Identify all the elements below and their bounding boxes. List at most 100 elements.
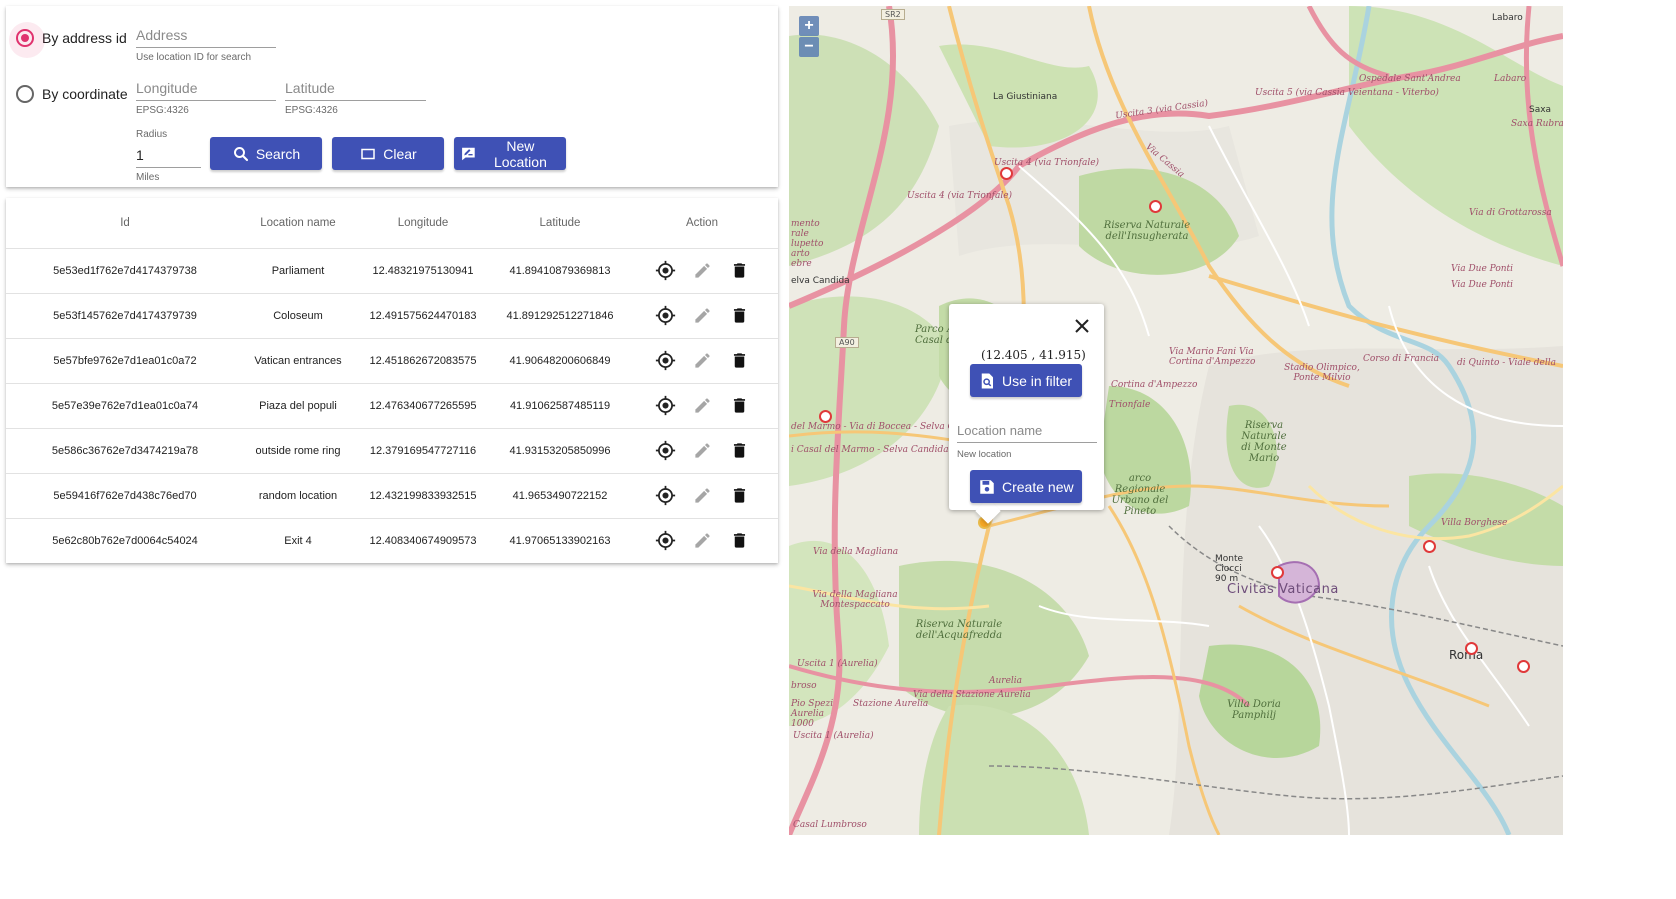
edit-icon[interactable] xyxy=(691,350,713,372)
new-location-button-label: New Location xyxy=(493,137,547,170)
create-new-label: Create new xyxy=(1002,478,1074,495)
locations-table-card: Id Location name Longitude Latitude Acti… xyxy=(6,198,778,563)
edit-icon[interactable] xyxy=(691,305,713,327)
map-label-labaro2: Labaro xyxy=(1494,74,1527,84)
edit-icon[interactable] xyxy=(691,530,713,552)
location-name-input[interactable] xyxy=(957,421,1097,443)
zoom-in-button[interactable]: + xyxy=(799,16,819,36)
map-tiles xyxy=(789,6,1563,835)
cell-longitude: 12.476340677265595 xyxy=(352,383,494,429)
column-header-name: Location name xyxy=(244,198,352,249)
map-label-saxa-rubra: Saxa Rubra xyxy=(1511,119,1563,129)
locate-icon[interactable] xyxy=(654,485,676,507)
map[interactable]: + − SR2 A90 La Giustiniana Uscita 3 (via… xyxy=(789,6,1563,835)
map-label-labaro1: Labaro xyxy=(1492,13,1523,23)
cell-id: 5e586c36762e7d3474219a78 xyxy=(6,428,244,474)
column-header-id: Id xyxy=(6,198,244,249)
edit-icon[interactable] xyxy=(691,485,713,507)
search-button[interactable]: Search xyxy=(210,137,322,170)
table-row: 5e57e39e762e7d1ea01c0a74 Piaza del populi… xyxy=(6,383,778,429)
map-label-magliana1: Via della Magliana xyxy=(813,547,899,557)
new-location-popup: (12.405 , 41.915) Use in filter New loca… xyxy=(949,304,1104,524)
use-in-filter-label: Use in filter xyxy=(1002,372,1073,389)
column-header-latitude: Latitude xyxy=(494,198,626,249)
map-label-ospedale: Ospedale Sant'Andrea xyxy=(1359,74,1461,84)
radio-by-address-label: By address id xyxy=(42,30,127,46)
delete-icon[interactable] xyxy=(728,305,750,327)
use-in-filter-button[interactable]: Use in filter xyxy=(970,364,1082,397)
search-button-label: Search xyxy=(255,145,301,162)
cell-longitude: 12.48321975130941 xyxy=(352,248,494,294)
delete-icon[interactable] xyxy=(728,530,750,552)
radio-by-coordinate[interactable]: By coordinate xyxy=(16,85,128,103)
map-label-lumbroso: Casal Lumbroso xyxy=(793,820,867,830)
delete-icon[interactable] xyxy=(728,395,750,417)
cell-latitude: 41.97065133902163 xyxy=(509,534,611,547)
cell-latitude: 41.93153205850996 xyxy=(494,428,626,474)
map-label-due-ponti1: Via Due Ponti xyxy=(1451,264,1514,274)
table-header-row: Id Location name Longitude Latitude Acti… xyxy=(6,198,778,249)
create-new-button[interactable]: Create new xyxy=(970,470,1082,503)
cell-latitude: 41.89410879369813 xyxy=(494,248,626,294)
location-marker[interactable] xyxy=(1271,566,1284,579)
row-actions xyxy=(627,260,777,282)
map-label-uscita4a: Uscita 4 (via Trionfale) xyxy=(994,158,1100,168)
location-marker[interactable] xyxy=(1465,642,1478,655)
cell-actions xyxy=(626,293,778,339)
latitude-field: EPSG:4326 xyxy=(285,78,426,116)
locate-icon[interactable] xyxy=(654,530,676,552)
cell-id: 5e57e39e762e7d1ea01c0a74 xyxy=(6,383,244,429)
map-label-mento: mento rale lupetto arto ebre xyxy=(791,219,824,269)
latitude-input[interactable] xyxy=(285,78,426,101)
cell-name: Piaza del populi xyxy=(244,383,352,429)
radius-field: Radius Miles xyxy=(136,129,201,183)
map-label-cortina: Via Mario Fani Via Cortina d'Ampezzo xyxy=(1169,347,1256,367)
location-marker[interactable] xyxy=(1000,167,1013,180)
clear-button-label: Clear xyxy=(383,145,417,162)
cell-id: 5e59416f762e7d438c76ed70 xyxy=(6,473,244,519)
locate-icon[interactable] xyxy=(654,350,676,372)
address-input[interactable] xyxy=(136,25,276,48)
delete-icon[interactable] xyxy=(728,440,750,462)
clear-button[interactable]: Clear xyxy=(332,137,444,170)
road-badge-sr2: SR2 xyxy=(881,9,905,20)
map-label-stadio: Stadio Olimpico, Ponte Milvio xyxy=(1284,363,1360,383)
map-label-casal: i Casal del Marmo - Selva Candida xyxy=(791,445,949,455)
locate-icon[interactable] xyxy=(654,260,676,282)
locate-icon[interactable] xyxy=(654,440,676,462)
row-actions xyxy=(627,395,777,417)
edit-icon[interactable] xyxy=(691,440,713,462)
delete-icon[interactable] xyxy=(728,485,750,507)
cell-longitude: 12.451862672083575 xyxy=(352,338,494,384)
map-label-acquafredda: Riserva Naturale dell'Acquafredda xyxy=(915,619,1003,641)
cell-name: outside rome ring xyxy=(244,428,352,474)
map-label-uscita5: Uscita 5 (via Cassia Veientana - Viterbo… xyxy=(1255,88,1439,98)
map-label-stazione2: Stazione Aurelia xyxy=(853,699,929,709)
edit-icon[interactable] xyxy=(691,260,713,282)
location-marker[interactable] xyxy=(819,410,832,423)
map-label-montemario: Riserva Naturale di Monte Mario xyxy=(1241,420,1287,464)
zoom-out-button[interactable]: − xyxy=(799,37,819,57)
table-row: 5e57bfe9762e7d1ea01c0a72 Vatican entrance… xyxy=(6,338,778,384)
map-label-corso-francia: Corso di Francia xyxy=(1363,354,1439,364)
delete-icon[interactable] xyxy=(728,260,750,282)
delete-icon[interactable] xyxy=(728,350,750,372)
radius-input[interactable] xyxy=(136,145,201,168)
edit-icon[interactable] xyxy=(691,395,713,417)
location-marker[interactable] xyxy=(1149,200,1162,213)
location-marker[interactable] xyxy=(1423,540,1436,553)
latitude-helper: EPSG:4326 xyxy=(285,105,338,116)
radio-by-coordinate-label: By coordinate xyxy=(42,86,128,102)
cell-longitude: 12.379169547727116 xyxy=(352,428,494,474)
new-location-button[interactable]: New Location xyxy=(454,137,566,170)
map-label-elva: elva Candida xyxy=(791,276,850,286)
locate-icon[interactable] xyxy=(654,395,676,417)
cell-name: Exit 4 xyxy=(284,534,312,547)
close-icon[interactable] xyxy=(1073,317,1091,335)
radio-checked-icon xyxy=(9,22,45,58)
radio-by-address-id[interactable]: By address id xyxy=(9,22,127,58)
locate-icon[interactable] xyxy=(654,305,676,327)
longitude-input[interactable] xyxy=(136,78,276,101)
location-marker[interactable] xyxy=(1517,660,1530,673)
table-body: 5e53ed1f762e7d4174379738 Parliament 12.483… xyxy=(6,248,778,563)
